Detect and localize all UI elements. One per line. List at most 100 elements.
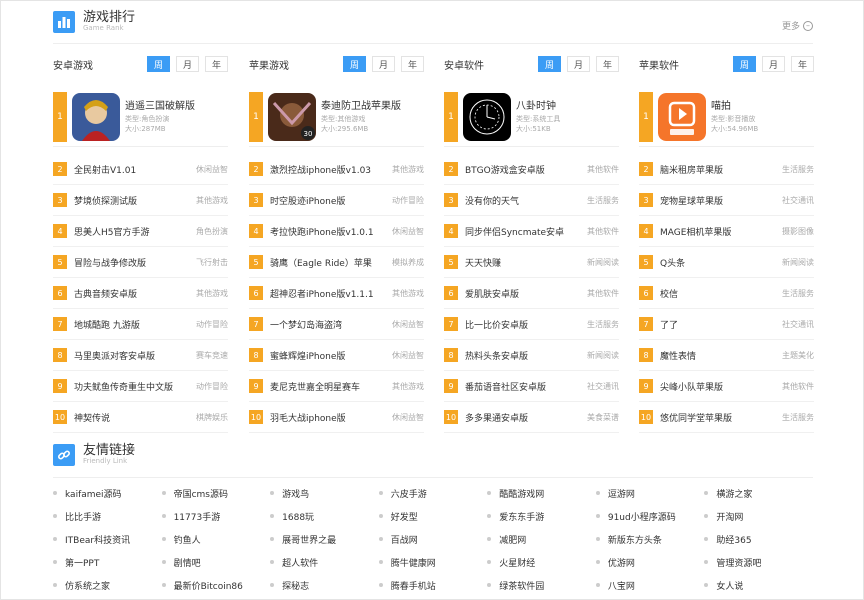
friend-link[interactable]: 1688玩 bbox=[270, 508, 379, 524]
tab-month[interactable]: 月 bbox=[762, 56, 785, 72]
friend-link[interactable]: 游戏鸟 bbox=[270, 485, 379, 501]
link-label[interactable]: 新版东方头条 bbox=[608, 533, 662, 546]
tab-month[interactable]: 月 bbox=[372, 56, 395, 72]
friend-link[interactable]: 助经365 bbox=[704, 531, 813, 547]
top-ranked-item[interactable]: 1 30 泰迪防卫战苹果版 类型:其他游戏 大小:295.6MB bbox=[249, 89, 424, 147]
item-name[interactable]: 骑鹰（Eagle Ride）苹果 bbox=[270, 256, 392, 269]
friend-link[interactable]: 女人说 bbox=[704, 577, 813, 593]
friend-link[interactable]: 帝国cms源码 bbox=[161, 485, 271, 501]
item-name[interactable]: 地城酷跑 九游版 bbox=[74, 318, 196, 331]
friend-link[interactable]: 减肥网 bbox=[487, 531, 596, 547]
list-item[interactable]: 3 梦境侦探测试版 其他游戏 bbox=[53, 185, 228, 216]
item-name[interactable]: 多多果通安卓版 bbox=[465, 411, 587, 424]
link-label[interactable]: 超人软件 bbox=[282, 556, 318, 569]
item-name[interactable]: 时空股迹iPhone版 bbox=[270, 194, 392, 207]
item-name[interactable]: 梦境侦探测试版 bbox=[74, 194, 196, 207]
friend-link[interactable]: 超人软件 bbox=[270, 554, 379, 570]
link-label[interactable]: 第一PPT bbox=[65, 556, 99, 569]
item-name[interactable]: 爱肌肤安卓版 bbox=[465, 287, 587, 300]
list-item[interactable]: 2 BTGO游戏盒安卓版 其他软件 bbox=[444, 154, 619, 185]
item-name[interactable]: 悠优同学堂苹果版 bbox=[660, 411, 782, 424]
friend-link[interactable]: 探秘志 bbox=[270, 577, 379, 593]
list-item[interactable]: 5 Q头条 新闻阅读 bbox=[639, 247, 814, 278]
item-name[interactable]: 超神忍者iPhone版v1.1.1 bbox=[270, 287, 392, 300]
friend-link[interactable]: 91ud小程序源码 bbox=[595, 508, 705, 524]
list-item[interactable]: 2 激烈控战iphone版v1.03 其他游戏 bbox=[249, 154, 424, 185]
link-label[interactable]: 帝国cms源码 bbox=[174, 487, 228, 500]
item-name[interactable]: 热料头条安卓版 bbox=[465, 349, 587, 362]
friend-link[interactable]: 腾牛健康网 bbox=[378, 554, 488, 570]
tab-week[interactable]: 周 bbox=[733, 56, 756, 72]
link-label[interactable]: 女人说 bbox=[716, 579, 743, 592]
item-name[interactable]: 尖峰小队苹果版 bbox=[660, 380, 782, 393]
top-ranked-item[interactable]: 1 逍遥三国破解版 类型:角色扮演 大小:287MB bbox=[53, 89, 228, 147]
friend-link[interactable]: 绿茶软件园 bbox=[487, 577, 596, 593]
list-item[interactable]: 2 全民射击V1.01 休闲益智 bbox=[53, 154, 228, 185]
list-item[interactable]: 7 一个梦幻岛海盗湾 休闲益智 bbox=[249, 309, 424, 340]
tab-week[interactable]: 周 bbox=[538, 56, 561, 72]
tab-year[interactable]: 年 bbox=[791, 56, 814, 72]
link-label[interactable]: kaifamei源码 bbox=[65, 487, 122, 500]
app-name[interactable]: 逍遥三国破解版 bbox=[125, 99, 195, 114]
list-item[interactable]: 6 超神忍者iPhone版v1.1.1 其他游戏 bbox=[249, 278, 424, 309]
link-label[interactable]: 八宝网 bbox=[608, 579, 635, 592]
item-name[interactable]: 思美人H5官方手游 bbox=[74, 225, 196, 238]
link-label[interactable]: 百战网 bbox=[391, 533, 418, 546]
link-label[interactable]: 剧情吧 bbox=[174, 556, 201, 569]
link-label[interactable]: 管理资源吧 bbox=[716, 556, 761, 569]
item-name[interactable]: 没有你的天气 bbox=[465, 194, 587, 207]
tab-year[interactable]: 年 bbox=[596, 56, 619, 72]
link-label[interactable]: 探秘志 bbox=[282, 579, 309, 592]
item-name[interactable]: 古典音频安卓版 bbox=[74, 287, 196, 300]
tab-week[interactable]: 周 bbox=[147, 56, 170, 72]
item-name[interactable]: 羽毛大战iphone版 bbox=[270, 411, 392, 424]
list-item[interactable]: 5 骑鹰（Eagle Ride）苹果 模拟养成 bbox=[249, 247, 424, 278]
link-label[interactable]: ITBear科技资讯 bbox=[65, 533, 130, 546]
link-label[interactable]: 横游之家 bbox=[716, 487, 752, 500]
more-link[interactable]: 更多 – bbox=[782, 19, 813, 32]
list-item[interactable]: 9 麦尼克世嘉全明星赛车 其他游戏 bbox=[249, 371, 424, 402]
app-thumbnail[interactable] bbox=[658, 92, 706, 141]
list-item[interactable]: 4 同步伴侣Syncmate安卓 其他软件 bbox=[444, 216, 619, 247]
friend-link[interactable]: 最新价Bitcoin86 bbox=[161, 577, 271, 593]
item-name[interactable]: 神契传说 bbox=[74, 411, 196, 424]
link-label[interactable]: 爱东东手游 bbox=[499, 510, 544, 523]
friend-link[interactable]: 酷酷游戏网 bbox=[487, 485, 596, 501]
item-name[interactable]: 蜜蜂辉煌iPhone版 bbox=[270, 349, 392, 362]
friend-link[interactable]: 百战网 bbox=[378, 531, 488, 547]
friend-link[interactable]: 管理资源吧 bbox=[704, 554, 813, 570]
list-item[interactable]: 3 时空股迹iPhone版 动作冒险 bbox=[249, 185, 424, 216]
item-name[interactable]: 激烈控战iphone版v1.03 bbox=[270, 163, 392, 176]
app-thumbnail[interactable]: 30 bbox=[268, 92, 316, 141]
friend-link[interactable]: 第一PPT bbox=[53, 554, 162, 570]
friend-link[interactable]: 钓鱼人 bbox=[161, 531, 271, 547]
friend-link[interactable]: 开淘网 bbox=[704, 508, 813, 524]
list-item[interactable]: 9 功夫鱿鱼传奇重生中文版 动作冒险 bbox=[53, 371, 228, 402]
friend-link[interactable]: 逗游网 bbox=[595, 485, 705, 501]
list-item[interactable]: 7 了了 社交通讯 bbox=[639, 309, 814, 340]
friend-link[interactable]: 11773手游 bbox=[161, 508, 271, 524]
top-ranked-item[interactable]: 1 八卦时钟 类型:系统工具 大小:51KB bbox=[444, 89, 619, 147]
list-item[interactable]: 9 番茄语音社区安卓版 社交通讯 bbox=[444, 371, 619, 402]
tab-month[interactable]: 月 bbox=[567, 56, 590, 72]
item-name[interactable]: 魔性表情 bbox=[660, 349, 782, 362]
list-item[interactable]: 8 魔性表情 主题美化 bbox=[639, 340, 814, 371]
friend-link[interactable]: 新版东方头条 bbox=[595, 531, 705, 547]
item-name[interactable]: Q头条 bbox=[660, 256, 782, 269]
list-item[interactable]: 8 热料头条安卓版 新闻阅读 bbox=[444, 340, 619, 371]
friend-link[interactable]: 腾春手机站 bbox=[378, 577, 488, 593]
link-label[interactable]: 酷酷游戏网 bbox=[499, 487, 544, 500]
friend-link[interactable]: kaifamei源码 bbox=[53, 485, 162, 501]
list-item[interactable]: 7 地城酷跑 九游版 动作冒险 bbox=[53, 309, 228, 340]
item-name[interactable]: 宠物星球苹果版 bbox=[660, 194, 782, 207]
item-name[interactable]: BTGO游戏盒安卓版 bbox=[465, 163, 587, 176]
item-name[interactable]: 了了 bbox=[660, 318, 782, 331]
item-name[interactable]: 校信 bbox=[660, 287, 782, 300]
link-label[interactable]: 仿系统之家 bbox=[65, 579, 110, 592]
list-item[interactable]: 10 悠优同学堂苹果版 生活服务 bbox=[639, 402, 814, 433]
list-item[interactable]: 10 神契传说 棋牌娱乐 bbox=[53, 402, 228, 433]
list-item[interactable]: 3 宠物星球苹果版 社交通讯 bbox=[639, 185, 814, 216]
item-name[interactable]: 番茄语音社区安卓版 bbox=[465, 380, 587, 393]
app-name[interactable]: 八卦时钟 bbox=[516, 99, 560, 114]
link-label[interactable]: 腾牛健康网 bbox=[391, 556, 436, 569]
